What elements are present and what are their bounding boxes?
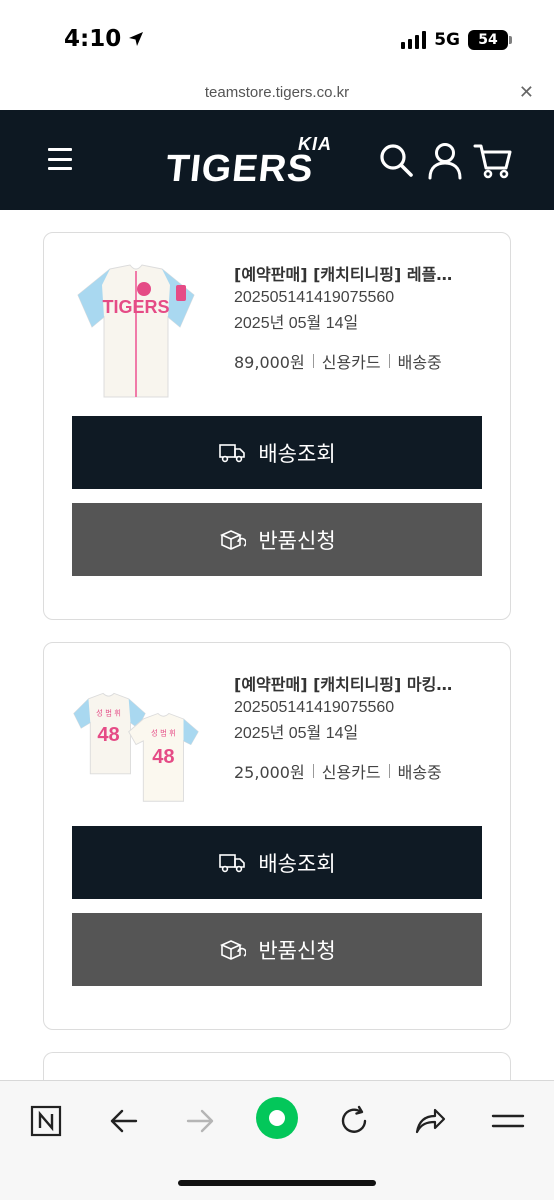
close-icon[interactable]: ✕ [519, 82, 534, 103]
order-number: 202505141419075560 [234, 699, 395, 716]
request-return-label: 반품신청 [258, 938, 336, 963]
svg-text:성 범 휘: 성 범 휘 [96, 708, 121, 717]
home-indicator[interactable] [178, 1180, 376, 1186]
refresh-icon[interactable] [332, 1099, 376, 1143]
delivery-status: 배송중 [397, 353, 442, 372]
svg-text:48: 48 [97, 724, 119, 746]
url-bar[interactable]: teamstore.tigers.co.kr ✕ [0, 80, 554, 110]
request-return-label: 반품신청 [258, 528, 336, 553]
user-icon[interactable] [425, 140, 465, 180]
naver-home-icon[interactable] [24, 1099, 68, 1143]
back-arrow-icon[interactable] [102, 1099, 146, 1143]
network-label: 5G [434, 30, 460, 50]
logo-main: TIGERS [163, 148, 316, 190]
svg-text:48: 48 [152, 746, 174, 768]
divider [312, 764, 314, 778]
clock-text: 4:10 [64, 26, 122, 52]
delivery-status: 배송중 [397, 763, 442, 782]
track-delivery-button[interactable]: 배송조회 [72, 416, 482, 489]
product-info: [예약판매] [캐치티니핑] 레플… 20250514141907556​0 2… [234, 261, 484, 373]
order-meta: 89,000원 신용카드 배송중 [234, 349, 484, 373]
search-icon[interactable] [376, 140, 416, 180]
product-name[interactable]: [예약판매] [캐치티니핑] 마킹… [234, 671, 470, 695]
jersey-image[interactable]: 성 범 휘 48 성 범 휘 48 [72, 665, 200, 815]
svg-text:성 범 휘: 성 범 휘 [151, 728, 176, 737]
track-delivery-button[interactable]: 배송조회 [72, 826, 482, 899]
order-card: 성 범 휘 48 성 범 휘 48 [예약판매] [캐치티니핑] 마킹… 202… [43, 642, 511, 1030]
green-dot-icon[interactable] [254, 1095, 300, 1141]
order-number: 20250514141907556​0 [234, 289, 395, 306]
track-delivery-label: 배송조회 [258, 441, 336, 466]
jersey-image[interactable]: TIGERS [72, 255, 200, 405]
battery-icon: 54 [468, 30, 512, 50]
request-return-button[interactable]: 반품신청 [72, 913, 482, 986]
status-bar: 4:10 5G 54 [0, 0, 554, 80]
status-indicators: 5G 54 [401, 30, 512, 50]
signal-icon [401, 31, 427, 49]
divider [388, 354, 390, 368]
payment-method: 신용카드 [321, 353, 381, 372]
payment-method: 신용카드 [321, 763, 381, 782]
url-text[interactable]: teamstore.tigers.co.kr [0, 84, 554, 101]
order-date: 2025년 05월 14일 [234, 725, 359, 742]
order-meta: 25,000원 신용카드 배송중 [234, 759, 484, 783]
status-time: 4:10 [64, 26, 145, 52]
battery-level: 54 [478, 32, 498, 48]
request-return-button[interactable]: 반품신청 [72, 503, 482, 576]
site-header: KIA TIGERS [0, 110, 554, 210]
order-price: 89,000원 [234, 353, 305, 372]
order-card: TIGERS [예약판매] [캐치티니핑] 레플… 20250514141907… [43, 232, 511, 620]
order-date: 2025년 05월 14일 [234, 315, 359, 332]
delivery-truck-icon [219, 853, 246, 872]
share-icon[interactable] [408, 1099, 452, 1143]
menu-icon[interactable] [486, 1099, 530, 1143]
return-box-icon [220, 529, 247, 550]
delivery-truck-icon [219, 443, 246, 462]
order-price: 25,000원 [234, 763, 305, 782]
forward-arrow-icon[interactable] [178, 1099, 222, 1143]
hamburger-menu-icon[interactable] [48, 148, 72, 170]
divider [388, 764, 390, 778]
location-arrow-icon [129, 32, 144, 46]
return-box-icon [220, 939, 247, 960]
tigers-logo[interactable]: KIA TIGERS [163, 134, 336, 190]
svg-text:TIGERS: TIGERS [102, 297, 169, 317]
track-delivery-label: 배송조회 [258, 851, 336, 876]
product-info: [예약판매] [캐치티니핑] 마킹… 202505141419075560 20… [234, 671, 484, 783]
cart-icon[interactable] [473, 140, 513, 180]
product-name[interactable]: [예약판매] [캐치티니핑] 레플… [234, 261, 470, 285]
divider [312, 354, 314, 368]
